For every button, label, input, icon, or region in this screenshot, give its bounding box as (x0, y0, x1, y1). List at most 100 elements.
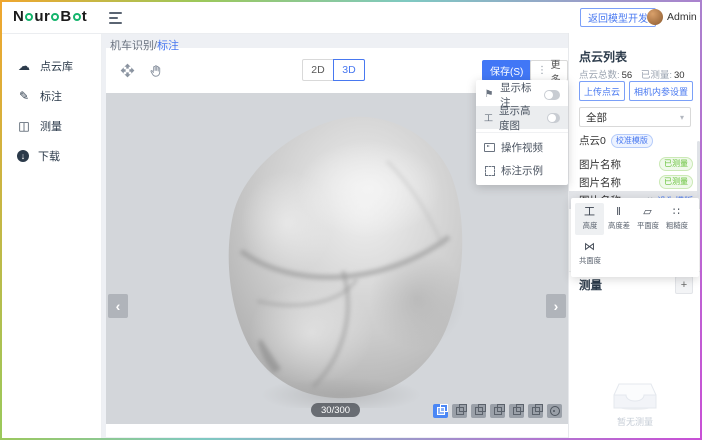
logo-text: ur (34, 8, 50, 25)
menu-item-show-heightmap[interactable]: 工 显示高度图 (476, 106, 568, 129)
more-button[interactable]: ⋮ 更多 (530, 60, 568, 81)
panel-stats: 点云总数:56 已测量:30 (579, 67, 691, 81)
panel-actions: 上传点云 相机内参设置 (579, 81, 693, 101)
coplanarity-tool-icon: ⋈ (584, 242, 595, 253)
cube-icon (456, 407, 464, 415)
menu-item-label: 操作视频 (501, 140, 543, 155)
avatar[interactable] (647, 9, 663, 25)
show-annotation-toggle[interactable] (544, 90, 560, 100)
pen-icon: ✎ (17, 89, 31, 103)
filter-value: 全部 (586, 110, 607, 125)
height-difference-tool-icon: ‖ (616, 207, 621, 218)
tool-flatness[interactable]: ▱ 平面度 (633, 203, 662, 235)
sidebar-item-measure[interactable]: ◫ 测量 (2, 111, 101, 141)
tool-height-difference[interactable]: ‖ 高度差 (604, 203, 633, 235)
tool-label: 平面度 (636, 220, 658, 230)
template-badge: 校准模版 (611, 134, 653, 148)
empty-box-icon (613, 381, 657, 411)
flag-icon: ⚑ (484, 89, 494, 100)
mode-3d-button[interactable]: 3D (333, 59, 365, 81)
app-header: NurBt 返回模型开发 Admin ▾ (2, 2, 700, 34)
frame-icon (484, 166, 495, 176)
menu-item-annotation-example[interactable]: 标注示例 (476, 159, 568, 182)
hand-drag-icon[interactable] (149, 64, 163, 78)
empty-state: 暂无测量 (569, 381, 700, 428)
height-tool-icon: 工 (584, 207, 595, 218)
image-list-item[interactable]: 图片名称 已测量 (569, 155, 700, 173)
save-button[interactable]: 保存(S) (482, 60, 531, 81)
more-dropdown-menu: ⚑ 显示标注 工 显示高度图 操作视频 标注示例 (476, 80, 568, 185)
image-name: 图片名称 (579, 175, 621, 190)
sidebar: ☁ 点云库 ✎ 标注 ◫ 测量 ↓ 下载 (2, 33, 102, 438)
sidebar-item-pointcloud-library[interactable]: ☁ 点云库 (2, 51, 101, 81)
view-front-button[interactable] (452, 404, 467, 418)
tool-label: 高度差 (607, 220, 629, 230)
cube-icon (475, 407, 483, 415)
tooth-3d-model (191, 103, 491, 408)
dimension-toggle: 2D 3D (302, 59, 365, 81)
camera-intrinsics-button[interactable]: 相机内参设置 (629, 81, 693, 101)
menu-fold-icon[interactable] (109, 12, 123, 24)
sidebar-item-annotation[interactable]: ✎ 标注 (2, 81, 101, 111)
sidebar-item-label: 测量 (40, 118, 62, 134)
add-measure-button[interactable]: + (675, 276, 693, 294)
tool-coplanarity[interactable]: ⋈ 共面度 (575, 238, 604, 270)
empty-text: 暂无测量 (617, 415, 653, 428)
flatness-tool-icon: ▱ (643, 207, 651, 218)
next-image-button[interactable]: › (546, 294, 566, 318)
view-default-button[interactable] (433, 404, 448, 418)
view-top-button[interactable] (528, 404, 543, 418)
menu-item-label: 标注示例 (501, 163, 543, 178)
logo-text: B (60, 8, 71, 25)
pan-move-icon[interactable] (120, 63, 135, 78)
sidebar-item-label: 下载 (38, 148, 60, 164)
breadcrumb: 机车识别/标注 (110, 37, 179, 53)
chevron-down-icon: ▾ (680, 113, 684, 122)
image-list-item[interactable]: 图片名称 已测量 (569, 173, 700, 191)
tool-height[interactable]: 工 高度 (575, 203, 604, 235)
user-name: Admin (667, 11, 697, 23)
measure-icon: ◫ (17, 119, 31, 133)
breadcrumb-parent[interactable]: 机车识别 (110, 40, 154, 52)
screenshot-frame: NurBt 返回模型开发 Admin ▾ ☁ 点云库 ✎ 标注 ◫ 测量 ↓ 下… (0, 0, 702, 440)
pointcloud-list-panel: 点云列表 点云总数:56 已测量:30 上传点云 相机内参设置 全部 ▾ 点云0… (568, 33, 700, 438)
tool-roughness[interactable]: ∷ 粗糙度 (662, 203, 691, 235)
prev-image-button[interactable]: ‹ (108, 294, 128, 318)
sidebar-item-download[interactable]: ↓ 下载 (2, 141, 101, 171)
mode-2d-button[interactable]: 2D (302, 59, 334, 81)
app-logo: NurBt (13, 8, 87, 25)
height-ibeam-icon: 工 (484, 111, 493, 124)
filter-select[interactable]: 全部 ▾ (579, 107, 691, 127)
vertical-dots-icon: ⋮ (537, 65, 547, 76)
locate-center-button[interactable] (547, 404, 562, 418)
roughness-tool-icon: ∷ (673, 207, 680, 218)
tool-label: 高度 (582, 220, 597, 230)
measured-label: 已测量: (641, 70, 672, 81)
cube-icon (494, 407, 502, 415)
total-value: 56 (622, 70, 633, 81)
total-label: 点云总数: (579, 70, 620, 81)
view-orientation-bar (433, 404, 562, 418)
show-heightmap-toggle[interactable] (547, 113, 560, 123)
image-name: 图片名称 (579, 157, 621, 172)
pointcloud-name: 点云0 (579, 133, 606, 148)
user-menu[interactable]: Admin ▾ (667, 11, 700, 23)
panel-scrollbar[interactable] (697, 141, 700, 197)
gear-icon (73, 13, 81, 21)
sidebar-item-label: 点云库 (40, 58, 73, 74)
measured-value: 30 (674, 70, 685, 81)
sidebar-item-label: 标注 (40, 88, 62, 104)
view-back-button[interactable] (471, 404, 486, 418)
crosshair-icon (550, 406, 560, 416)
cloud-icon: ☁ (17, 59, 31, 73)
menu-item-operation-video[interactable]: 操作视频 (476, 136, 568, 159)
view-left-button[interactable] (490, 404, 505, 418)
pointcloud-group-row[interactable]: 点云0 校准模版 (579, 133, 653, 148)
view-right-button[interactable] (509, 404, 524, 418)
back-to-model-dev-button[interactable]: 返回模型开发 (580, 8, 656, 27)
app-root: NurBt 返回模型开发 Admin ▾ ☁ 点云库 ✎ 标注 ◫ 测量 ↓ 下… (2, 2, 700, 438)
measured-badge: 已测量 (659, 175, 693, 189)
cube-icon (513, 407, 521, 415)
tool-label: 共面度 (578, 255, 600, 265)
upload-pointcloud-button[interactable]: 上传点云 (579, 81, 625, 101)
